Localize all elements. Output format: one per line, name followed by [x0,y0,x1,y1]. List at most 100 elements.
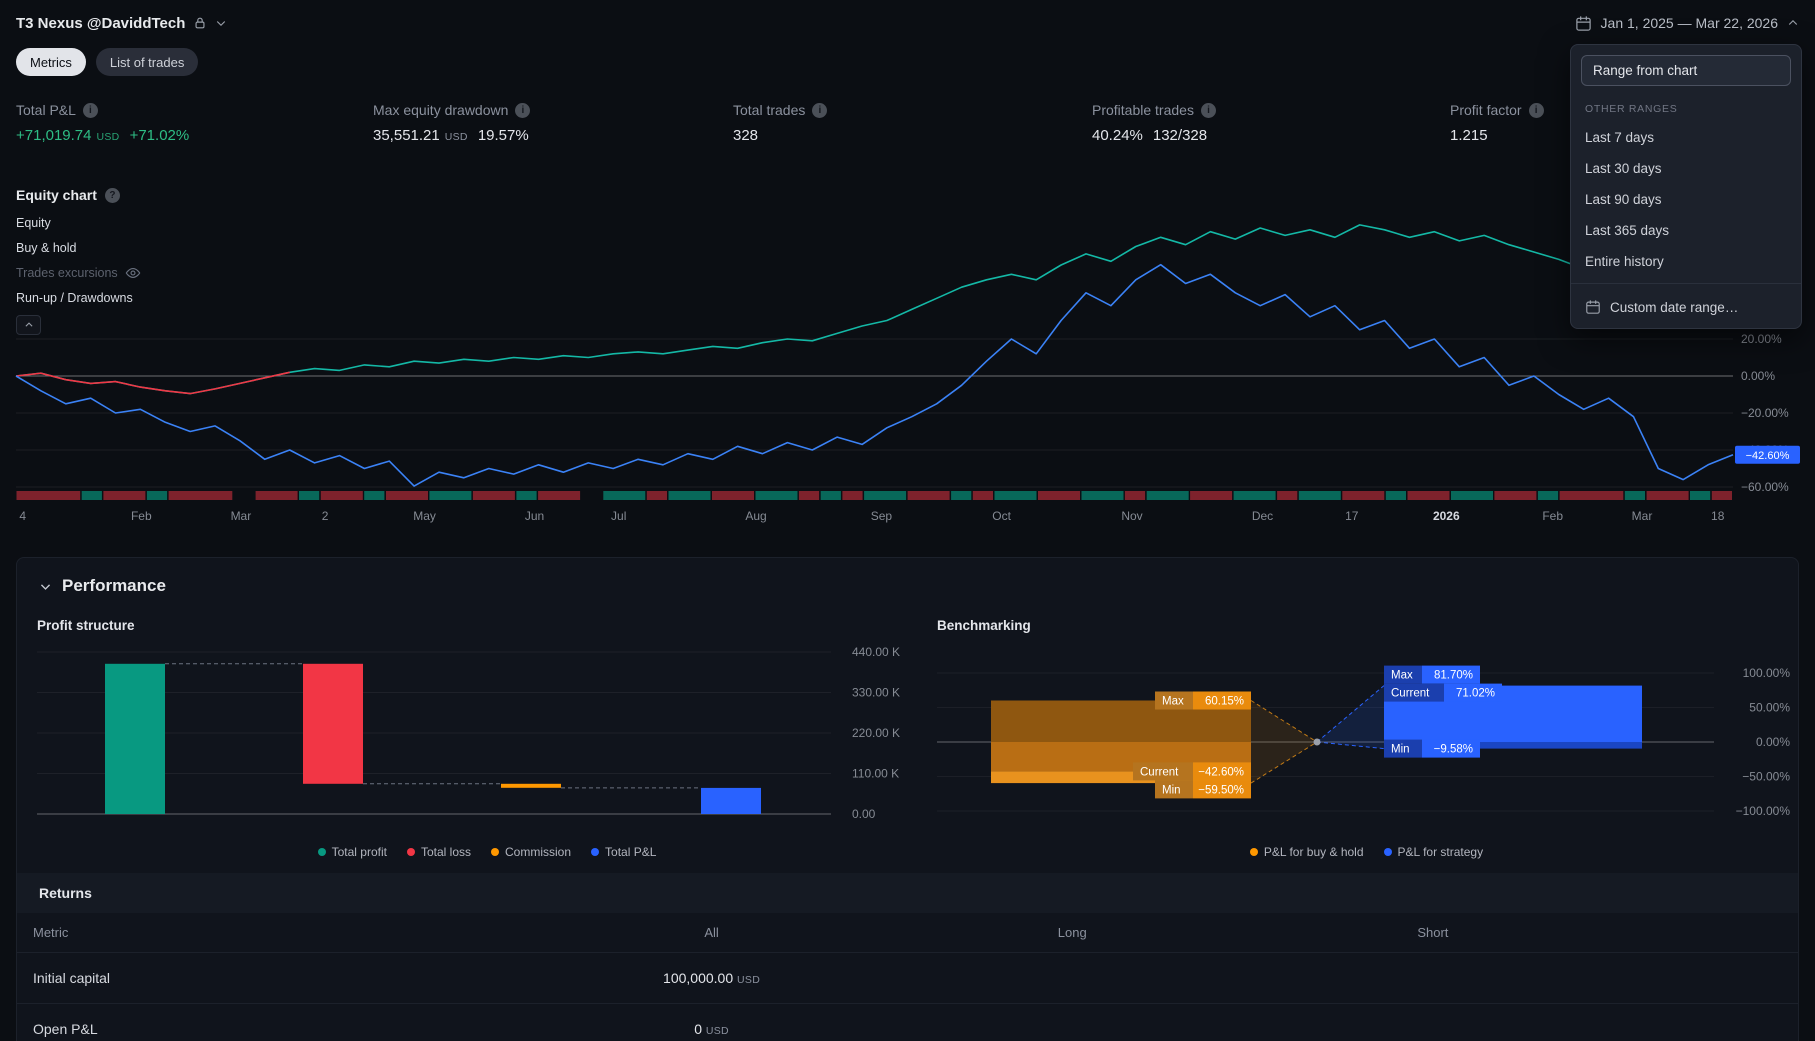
svg-text:Jul: Jul [611,509,626,523]
strategy-selector[interactable]: T3 Nexus @DaviddTech [16,15,227,32]
legend-label: Buy & hold [16,241,76,255]
metric-label: Max equity drawdown [373,102,508,118]
tab-metrics[interactable]: Metrics [16,48,86,76]
svg-text:Feb: Feb [1542,509,1563,523]
help-icon[interactable]: ? [105,188,120,203]
svg-text:71.02%: 71.02% [1456,688,1495,700]
range-from-chart-option[interactable]: Range from chart [1581,55,1791,86]
performance-charts: Profit structure 440.00 K330.00 K220.00 … [17,602,1798,859]
legend-label: Equity [16,216,51,230]
chevron-down-icon [39,580,52,593]
svg-text:Jun: Jun [525,509,544,523]
date-range-label: Jan 1, 2025 — Mar 22, 2026 [1601,15,1778,31]
metric-total-trades: Total tradesi 328 [733,102,827,144]
equity-chart-title: Equity chart ? [0,178,1815,212]
info-icon[interactable]: i [812,103,827,118]
metric-value: +71,019.74 [16,127,92,144]
waterfall-bar[interactable] [105,664,165,814]
waterfall-bar[interactable] [701,788,761,814]
svg-text:−59.50%: −59.50% [1198,784,1244,796]
column-header: Long [925,913,1219,952]
equity-chart[interactable]: 20.00%0.00%−20.00%−40.00%−60.00%4FebMar2… [0,212,1815,542]
chevron-down-icon [215,17,227,29]
x-axis-labels: 4FebMar2MayJunJulAugSepOctNovDec172026Fe… [19,509,1724,523]
svg-text:−20.00%: −20.00% [1741,406,1789,420]
info-icon[interactable]: i [515,103,530,118]
metrics-row: Total P&Li +71,019.74USD+71.02% Max equi… [0,78,1815,178]
row-value [925,1012,1219,1041]
performance-panel: Performance Profit structure 440.00 K330… [16,557,1799,1041]
svg-text:Nov: Nov [1121,509,1142,523]
range-last-7-days[interactable]: Last 7 days [1571,122,1801,153]
convergence-point [1314,739,1321,746]
custom-date-range-label: Custom date range… [1610,300,1738,315]
svg-text:0.00: 0.00 [852,807,876,821]
date-range-dropdown: Range from chart OTHER RANGES Last 7 day… [1570,44,1802,329]
info-icon[interactable]: i [83,103,98,118]
metric-value: 40.24% [1092,127,1143,144]
collapse-legend-button[interactable] [16,315,41,335]
metric-value: 1.215 [1450,127,1488,144]
svg-text:Aug: Aug [745,509,766,523]
view-tabs: Metrics List of trades [0,46,1815,78]
waterfall-bar[interactable] [303,664,363,784]
legend-item[interactable]: Total P&L [591,845,656,859]
legend-buy-hold[interactable]: Buy & hold [16,240,76,256]
range-last-365-days[interactable]: Last 365 days [1571,215,1801,246]
range-last-30-days[interactable]: Last 30 days [1571,153,1801,184]
returns-section-title: Returns [17,873,1798,913]
performance-header[interactable]: Performance [17,558,1798,602]
metric-label: Profit factor [1450,102,1522,118]
benchmarking-block: Benchmarking 100.00%50.00%0.00%−50.00%−1… [937,618,1796,859]
info-icon[interactable]: i [1201,103,1216,118]
row-value [1219,961,1646,995]
metric-value: 328 [733,127,758,144]
range-last-90-days[interactable]: Last 90 days [1571,184,1801,215]
svg-text:17: 17 [1345,509,1359,523]
svg-text:0.00%: 0.00% [1756,735,1790,749]
svg-text:4: 4 [19,509,26,523]
row-value: 100,000.00 [663,970,733,986]
legend-equity[interactable]: Equity [16,215,51,231]
custom-date-range-option[interactable]: Custom date range… [1571,290,1801,324]
lock-icon [193,16,207,30]
info-icon[interactable]: i [1529,103,1544,118]
legend-trades-excursions[interactable]: Trades excursions [16,265,141,281]
svg-text:2: 2 [322,509,329,523]
svg-text:330.00 K: 330.00 K [852,686,900,700]
section-title: Equity chart [16,187,97,203]
other-ranges-label: OTHER RANGES [1571,95,1801,122]
svg-text:100.00%: 100.00% [1743,666,1791,680]
row-metric: Open P&L [17,1004,498,1041]
legend-item[interactable]: Total loss [407,845,471,859]
benchmarking-chart[interactable]: 100.00%50.00%0.00%−50.00%−100.00%Max60.1… [937,641,1796,836]
calendar-icon [1575,15,1592,32]
row-value: 0 [694,1021,702,1037]
svg-text:Dec: Dec [1252,509,1273,523]
svg-text:−60.00%: −60.00% [1741,480,1789,494]
returns-table-header: Metric All Long Short [17,913,1798,952]
legend-item[interactable]: Total profit [318,845,387,859]
svg-text:−42.60%: −42.60% [1746,450,1790,462]
tab-list-of-trades[interactable]: List of trades [96,48,198,76]
svg-text:Mar: Mar [1632,509,1653,523]
metric-label: Total P&L [16,102,76,118]
legend-item[interactable]: P&L for strategy [1384,845,1484,859]
range-entire-history[interactable]: Entire history [1571,246,1801,277]
eye-icon[interactable] [125,265,141,281]
calendar-icon [1585,299,1601,315]
svg-text:Max: Max [1162,696,1184,708]
svg-text:Min: Min [1391,744,1410,756]
metric-max-drawdown: Max equity drawdowni 35,551.21USD19.57% [373,102,530,144]
legend-runup-drawdowns[interactable]: Run-up / Drawdowns [16,290,133,306]
metric-profit-factor: Profit factor i 1.215 [1450,102,1544,144]
column-header: All [498,913,925,952]
legend-item[interactable]: Commission [491,845,571,859]
profit-structure-chart[interactable]: 440.00 K330.00 K220.00 K110.00 K0.00 [37,641,937,836]
waterfall-bar[interactable] [501,784,561,788]
svg-text:50.00%: 50.00% [1749,701,1790,715]
svg-text:440.00 K: 440.00 K [852,645,900,659]
legend-item[interactable]: P&L for buy & hold [1250,845,1364,859]
date-range-button[interactable]: Jan 1, 2025 — Mar 22, 2026 [1575,15,1799,32]
metric-total-pnl: Total P&Li +71,019.74USD+71.02% [16,102,189,144]
